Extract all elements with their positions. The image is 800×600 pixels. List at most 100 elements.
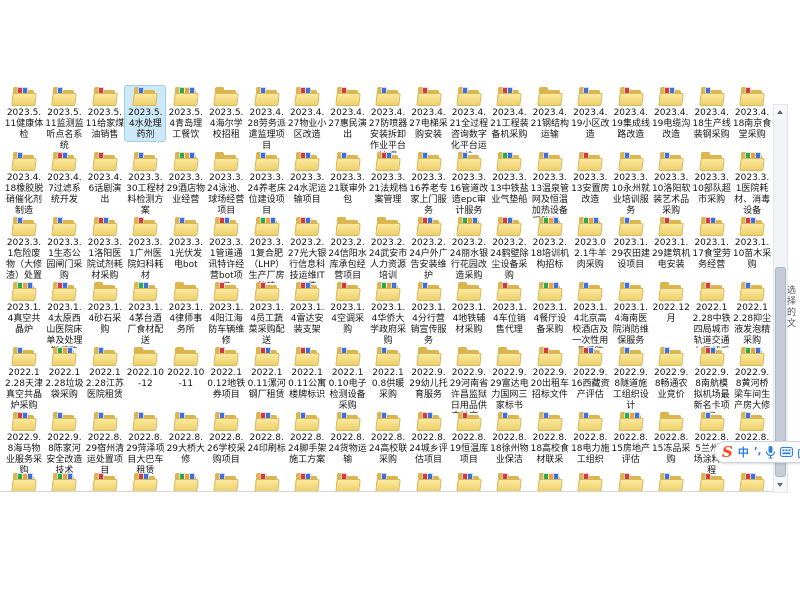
folder-item[interactable]: 2023.2.24鹤壁除尘设备采购 — [489, 216, 529, 282]
folder-item[interactable]: 2023.3.24泳池、球场经营项目 — [206, 151, 246, 217]
folder-item[interactable] — [449, 472, 489, 492]
folder-item[interactable]: 2023.3.10洛阳软装艺术品采购 — [651, 151, 691, 217]
folder-item[interactable]: 2022.9.8隧道施工组织设计 — [611, 346, 651, 412]
folder-item[interactable]: 2022.8.18电力施工组织 — [570, 411, 610, 466]
folder-item[interactable] — [4, 472, 44, 492]
folder-item[interactable]: 2022.8.24货物运输 — [328, 411, 368, 466]
folder-item[interactable]: 2022.12.28天津真空共晶炉采购 — [4, 346, 44, 412]
folder-item[interactable]: 2023.1.4雷达安装支架 — [287, 281, 327, 336]
folder-item[interactable]: 2023.1.4空调采购 — [328, 281, 368, 336]
folder-item[interactable]: 2023.1.4地铁辅材采购 — [449, 281, 489, 336]
folder-item[interactable]: 2023.3.21法规档案管理 — [368, 151, 408, 206]
folder-item[interactable] — [692, 472, 732, 492]
folder-item[interactable]: 2023.5.4青岛理工餐饮 — [166, 86, 206, 141]
folder-item[interactable]: 2023.3.1光伏发电bot — [166, 216, 206, 271]
scroll-down-button[interactable] — [774, 478, 785, 492]
folder-item[interactable]: 2023.3.1医院耗材、消毒设备 — [732, 151, 772, 217]
folder-item[interactable]: 2022.8.26学校采购项目 — [206, 411, 246, 466]
folder-item[interactable]: 2022.10.11公寓楼牌标识 — [287, 346, 327, 401]
folder-item[interactable]: 2023.2.24武安市人力资源培训 — [368, 216, 408, 282]
folder-item[interactable]: 2023.2.24户外广告安装维护 — [409, 216, 449, 282]
folder-item[interactable]: 2022.9.29富达电力国网三家标书 — [489, 346, 529, 412]
folder-item[interactable]: 2022.10.11漯河钢厂租赁 — [247, 346, 287, 401]
folder-item[interactable]: 2023.1.4华侨大学政府采购 — [368, 281, 408, 347]
folder-item[interactable]: 2022.9.20出租车招标文件 — [530, 346, 570, 401]
folder-item[interactable] — [85, 472, 125, 492]
folder-item[interactable]: 2022.10.10电子检测设备采购 — [328, 346, 368, 412]
chinese-mode-toggle[interactable]: 中 — [738, 447, 749, 458]
folder-item[interactable]: 2023.4.6话剧演出 — [85, 151, 125, 206]
folder-item[interactable]: 2023.5.11给家煤油销售 — [85, 86, 125, 141]
folder-item[interactable]: 2022.9.16西藏资产评估 — [570, 346, 610, 401]
folder-item[interactable]: 2023.5.11健康体检 — [4, 86, 44, 141]
folder-item[interactable]: 2022.8.18徐州物业保洁 — [489, 411, 529, 466]
folder-item[interactable]: 2023.3.13中铁盐业气垫船 — [489, 151, 529, 206]
folder-item[interactable]: 2023.1.4真空共晶炉 — [4, 281, 44, 336]
folder-item[interactable]: 2023.1.29农田建设项目 — [611, 216, 651, 271]
folder-item[interactable]: 2023.4.19电缆沟改造 — [651, 86, 691, 141]
scroll-up-button[interactable] — [774, 105, 785, 119]
folder-item[interactable]: 2023.4.18橡胶脱硝催化剂制造 — [4, 151, 44, 217]
folder-item[interactable]: 2022.10.8供暖采购 — [368, 346, 408, 401]
folder-item[interactable]: 2022.8.15冻品采购 — [651, 411, 691, 466]
punctuation-toggle[interactable]: ’, — [754, 447, 762, 457]
folder-item[interactable]: 2023.3.1洛阳医院试剂耗材采购 — [85, 216, 125, 282]
folder-item[interactable]: 2023.4.21全过程咨询数字化平台运维 — [449, 86, 489, 153]
folder-item[interactable]: 2023.1.4茅台酒厂食材配送 — [125, 281, 165, 347]
folder-item[interactable]: 2023.1.4砂石采购 — [85, 281, 125, 336]
folder-item[interactable]: 2023.3.1广州医院妇科耗材 — [125, 216, 165, 282]
folder-item[interactable]: 2023.4.18南京食堂采购 — [732, 86, 772, 141]
folder-item[interactable]: 2023.4.19小区改造 — [570, 86, 610, 141]
folder-item[interactable] — [328, 472, 368, 492]
folder-item[interactable]: 2023.3.16养老专家上门服务 — [409, 151, 449, 217]
folder-item[interactable]: 2022.10-11 — [166, 346, 206, 390]
folder-item[interactable]: 2023.3.13安置房改造 — [570, 151, 610, 206]
folder-item[interactable]: 2023.4.21钢结构运输 — [530, 86, 570, 141]
folder-item[interactable] — [368, 472, 408, 492]
folder-item[interactable]: 2023.3.13温泉管网及恒温加热设备采购及... — [530, 151, 570, 218]
folder-item[interactable]: 2023.4.19集成线路改造 — [611, 86, 651, 141]
folder-item[interactable]: 2023.5.11监测监听点名系统 — [44, 86, 84, 152]
folder-item[interactable]: 2022.8.29大桥大修 — [166, 411, 206, 466]
folder-item[interactable] — [409, 472, 449, 492]
sogou-logo-icon[interactable]: S — [722, 445, 733, 460]
folder-item[interactable] — [570, 472, 610, 492]
folder-item[interactable]: 2022.9.8黄河桥梁车间生产房大修 — [732, 346, 772, 412]
folder-item[interactable]: 2023.1.4阳江海防车辆维修 — [206, 281, 246, 347]
folder-item[interactable] — [166, 472, 206, 492]
folder-item[interactable]: 2023.1.4员工蔬菜采购配送 — [247, 281, 287, 347]
folder-item[interactable]: 2023.1.10苗木采购 — [732, 216, 772, 271]
folder-item[interactable]: 2022.12.28抑尘液发泡精采购 — [732, 281, 772, 347]
vertical-scrollbar[interactable] — [773, 104, 788, 493]
microphone-icon[interactable] — [766, 446, 775, 459]
folder-item[interactable] — [732, 472, 772, 492]
folder-item[interactable]: 2022.8.29菏泽项目大巴车租赁 — [125, 411, 165, 477]
folder-item[interactable]: 2022.12月 — [651, 281, 691, 325]
folder-item[interactable]: 2022.10-12 — [125, 346, 165, 390]
folder-item[interactable]: 2023.3.10永州就业培训服务 — [611, 151, 651, 217]
folder-item[interactable]: 2023.1.4分行营销宣传服务 — [409, 281, 449, 347]
folder-item[interactable]: 2023.3.29酒店物业经营 — [166, 151, 206, 206]
folder-item[interactable]: 2022.8.15房地产评估 — [611, 411, 651, 466]
folder-item[interactable]: 2023.4.27防喷器安装拆卸作业平台管理 — [368, 86, 408, 153]
folder-item[interactable]: 2023.3.1管道通讯特许经营bot项目 — [206, 216, 246, 283]
folder-item[interactable]: 2022.8.24印刷标 — [247, 411, 287, 455]
folder-item[interactable]: 2023.2.18培训机构招标 — [530, 216, 570, 271]
folder-item[interactable]: 2023.5.4海尔学校招租 — [206, 86, 246, 141]
folder-item[interactable]: 2023.1.4海南医院消防维保服务 — [611, 281, 651, 347]
folder-item[interactable]: 2023.1.4餐厅设备采购 — [530, 281, 570, 336]
folder-item[interactable]: 2022.8.29宿州清运处置项目 — [85, 411, 125, 477]
folder-item[interactable]: 2022.8.24城乡评估项目 — [409, 411, 449, 466]
folder-item[interactable]: 2023.4.28劳务派遣监理项目 — [247, 86, 287, 152]
folder-item[interactable] — [611, 472, 651, 492]
folder-item[interactable] — [206, 472, 246, 492]
folder-item[interactable] — [44, 472, 84, 492]
folder-item[interactable]: 2022.12.28江苏医院租赁 — [85, 346, 125, 401]
folder-item[interactable]: 2023.2.27光大银行信息科技运维IT运营 — [287, 216, 327, 283]
folder-item[interactable]: 2023.3.1生态公园闸门采购 — [44, 216, 84, 282]
folder-item[interactable]: 2023.1.29建筑机电安装 — [651, 216, 691, 271]
folder-item[interactable] — [530, 472, 570, 492]
folder-item[interactable]: 2023.3.21联审外包 — [328, 151, 368, 206]
folder-item[interactable]: 2023.3.1复合肥（LHP）生产厂房筹建 — [247, 216, 287, 283]
keyboard-icon[interactable] — [780, 447, 793, 457]
